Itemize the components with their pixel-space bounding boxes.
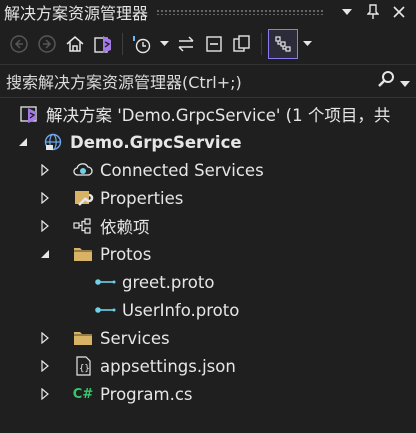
tree-item-label: greet.proto bbox=[122, 272, 215, 292]
toolbar-separator bbox=[122, 33, 123, 55]
tree-item-label: Connected Services bbox=[100, 160, 264, 180]
collapsed-arrow-icon[interactable] bbox=[38, 219, 52, 233]
tree-item-userinfo-proto[interactable]: UserInfo.proto bbox=[0, 296, 416, 324]
solution-tree: 解决方案 'Demo.GrpcService' (1 个项目，共 Demo.Gr… bbox=[0, 98, 416, 408]
tree-item-label: 解决方案 'Demo.GrpcService' (1 个项目，共 bbox=[46, 106, 391, 125]
expanded-arrow-icon[interactable] bbox=[38, 247, 52, 261]
tree-item-program-cs[interactable]: C# Program.cs bbox=[0, 380, 416, 408]
forward-icon[interactable] bbox=[34, 29, 60, 59]
web-project-icon bbox=[42, 132, 64, 152]
tree-item-connected-services[interactable]: Connected Services bbox=[0, 156, 416, 184]
panel-title: 解决方案资源管理器 bbox=[4, 4, 149, 23]
solution-icon bbox=[18, 104, 40, 124]
sync-with-active-document-icon[interactable] bbox=[173, 29, 199, 59]
switch-views-icon[interactable] bbox=[90, 29, 116, 59]
tree-item-label: appsettings.json bbox=[100, 356, 236, 376]
search-icon[interactable] bbox=[376, 69, 396, 93]
tree-item-label: Properties bbox=[100, 188, 184, 208]
connected-services-icon bbox=[72, 160, 94, 180]
proto-file-icon bbox=[94, 272, 116, 292]
tree-item-dependencies[interactable]: 依赖项 bbox=[0, 212, 416, 240]
tree-item-label: Protos bbox=[100, 244, 152, 264]
chevron-down-icon[interactable] bbox=[334, 1, 360, 23]
wrench-icon bbox=[72, 188, 94, 208]
tree-item-solution[interactable]: 解决方案 'Demo.GrpcService' (1 个项目，共 bbox=[0, 100, 416, 128]
svg-text:{}: {} bbox=[79, 364, 90, 374]
tree-item-greet-proto[interactable]: greet.proto bbox=[0, 268, 416, 296]
collapsed-arrow-icon[interactable] bbox=[38, 191, 52, 205]
search-input[interactable]: 搜索解决方案资源管理器(Ctrl+;) bbox=[6, 69, 376, 93]
folder-icon bbox=[72, 328, 94, 348]
search-box[interactable]: 搜索解决方案资源管理器(Ctrl+;) bbox=[0, 64, 416, 98]
collapsed-arrow-icon[interactable] bbox=[38, 387, 52, 401]
tree-item-label: Services bbox=[100, 328, 170, 348]
dependencies-icon bbox=[72, 216, 94, 236]
pending-changes-filter-icon[interactable] bbox=[129, 29, 155, 59]
folder-icon bbox=[72, 244, 94, 264]
toolbar-separator bbox=[261, 33, 262, 55]
home-icon[interactable] bbox=[62, 29, 88, 59]
back-icon[interactable] bbox=[6, 29, 32, 59]
tree-item-protos[interactable]: Protos bbox=[0, 240, 416, 268]
csharp-file-icon: C# bbox=[72, 386, 94, 402]
chevron-down-icon[interactable] bbox=[400, 72, 410, 91]
chevron-down-icon[interactable] bbox=[157, 29, 171, 59]
properties-view-icon[interactable] bbox=[268, 29, 298, 59]
json-file-icon: {} bbox=[72, 356, 94, 376]
tree-item-services[interactable]: Services bbox=[0, 324, 416, 352]
expanded-arrow-icon[interactable] bbox=[16, 135, 30, 149]
show-all-files-icon[interactable] bbox=[229, 29, 255, 59]
collapsed-arrow-icon[interactable] bbox=[38, 163, 52, 177]
pin-icon[interactable] bbox=[360, 1, 386, 23]
tree-item-label: UserInfo.proto bbox=[122, 300, 240, 320]
toolbar bbox=[0, 24, 416, 64]
proto-file-icon bbox=[94, 300, 116, 320]
panel-titlebar: 解决方案资源管理器 bbox=[0, 0, 416, 24]
collapse-all-icon[interactable] bbox=[201, 29, 227, 59]
tree-item-appsettings-json[interactable]: {} appsettings.json bbox=[0, 352, 416, 380]
tree-item-label: Demo.GrpcService bbox=[70, 132, 242, 152]
collapsed-arrow-icon[interactable] bbox=[38, 331, 52, 345]
tree-item-label: 依赖项 bbox=[100, 218, 150, 237]
close-icon[interactable] bbox=[386, 1, 412, 23]
chevron-down-icon[interactable] bbox=[300, 29, 314, 59]
titlebar-grip[interactable] bbox=[156, 9, 324, 15]
tree-item-project[interactable]: Demo.GrpcService bbox=[0, 128, 416, 156]
tree-item-properties[interactable]: Properties bbox=[0, 184, 416, 212]
collapsed-arrow-icon[interactable] bbox=[38, 359, 52, 373]
tree-item-label: Program.cs bbox=[100, 384, 193, 404]
